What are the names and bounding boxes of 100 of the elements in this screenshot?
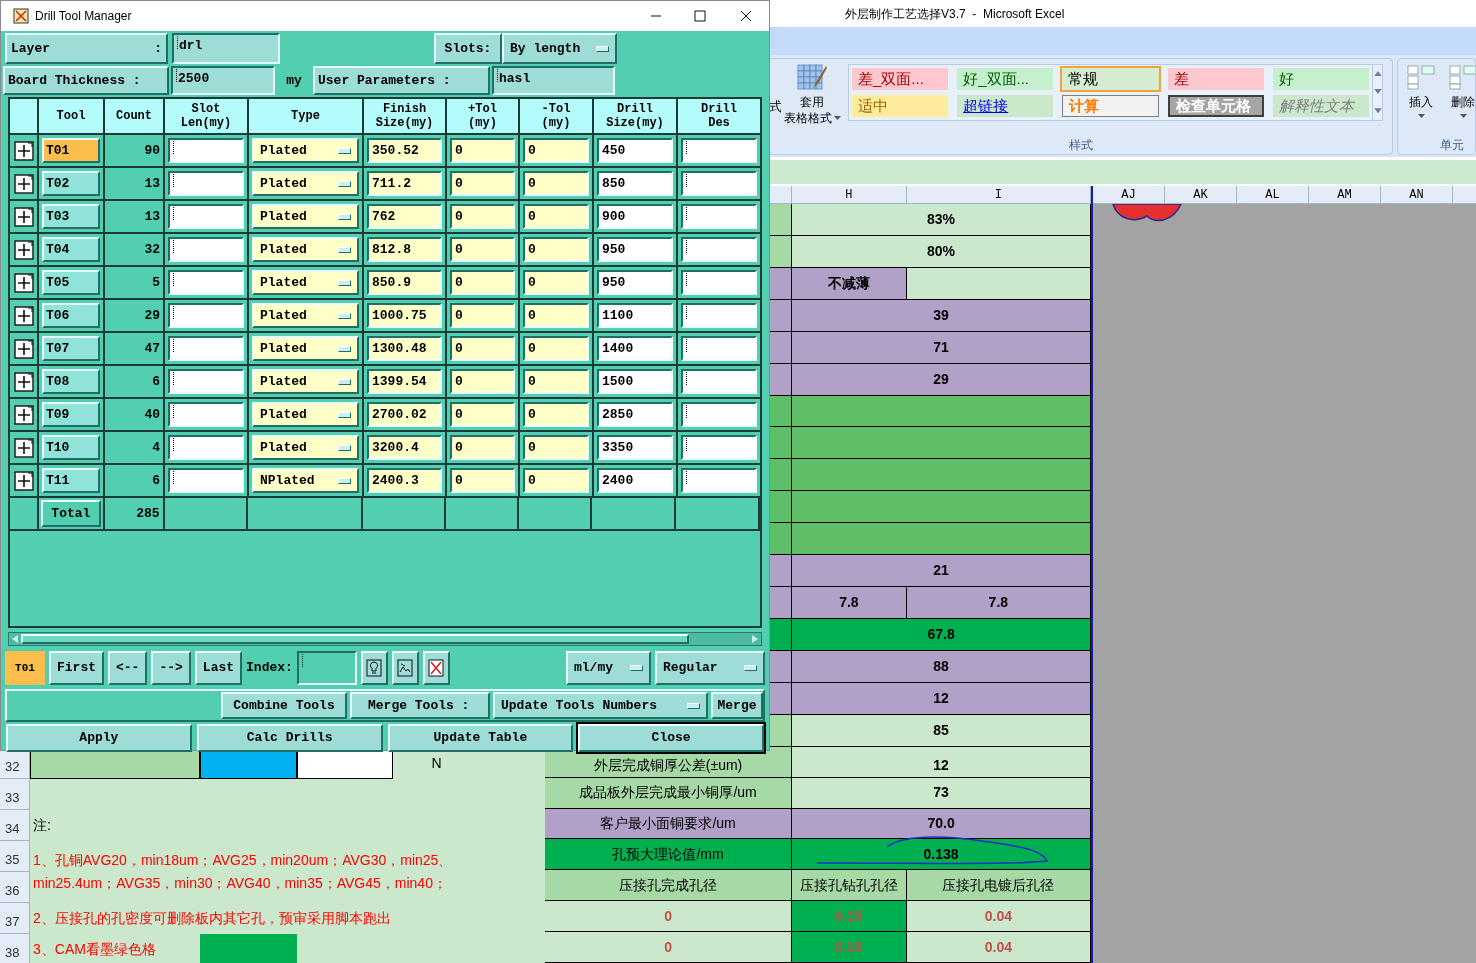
input-field[interactable] — [168, 303, 244, 328]
row-number[interactable]: 34 — [0, 810, 29, 841]
merge-mode-dropdown[interactable]: Update Tools Numbers — [493, 692, 708, 719]
input-field[interactable]: 711.2 — [367, 171, 442, 196]
nav-button[interactable]: <-- — [108, 651, 148, 685]
type-dropdown[interactable]: Plated — [252, 270, 359, 295]
bulb-button[interactable] — [360, 651, 388, 685]
column-header[interactable]: AM — [1309, 186, 1381, 203]
input-field[interactable]: 0 — [523, 138, 589, 163]
expand-icon[interactable] — [13, 404, 34, 425]
insert-button[interactable]: 插入 — [1406, 62, 1436, 131]
nav-button[interactable]: First — [49, 651, 104, 685]
input-field[interactable]: 0 — [450, 468, 515, 493]
input-field[interactable]: 450 — [597, 138, 673, 163]
input-field[interactable]: 1100 — [597, 303, 673, 328]
input-field[interactable] — [681, 402, 757, 427]
expand-icon[interactable] — [13, 371, 34, 392]
input-field[interactable]: 0 — [450, 402, 515, 427]
delete-button[interactable]: 删除 — [1448, 62, 1475, 131]
input-field[interactable] — [296, 651, 357, 685]
user-parameters-button[interactable]: User Parameters : — [313, 66, 490, 95]
combine-tools-button[interactable]: Combine Tools — [221, 692, 347, 719]
tool-button[interactable]: T06 — [42, 303, 100, 328]
type-dropdown[interactable]: Plated — [252, 138, 359, 163]
type-dropdown[interactable]: Plated — [252, 402, 359, 427]
input-field[interactable]: 3200.4 — [367, 435, 442, 460]
expand-icon[interactable] — [13, 173, 34, 194]
input-field[interactable]: 0 — [450, 171, 515, 196]
column-header[interactable]: AJ — [1093, 186, 1165, 203]
input-field[interactable] — [168, 204, 244, 229]
maximize-icon[interactable] — [694, 10, 706, 22]
input-field[interactable]: 0 — [450, 336, 515, 361]
input-field[interactable] — [681, 435, 757, 460]
input-field[interactable] — [168, 369, 244, 394]
input-field[interactable] — [168, 435, 244, 460]
input-field[interactable]: 2500 — [171, 66, 275, 95]
action-button[interactable]: Calc Drills — [196, 724, 383, 752]
row-number[interactable]: 36 — [0, 872, 29, 903]
type-dropdown[interactable]: Plated — [252, 171, 359, 196]
input-field[interactable]: 2700.02 — [367, 402, 442, 427]
input-field[interactable]: 3350 — [597, 435, 673, 460]
input-field[interactable]: 0 — [523, 369, 589, 394]
input-field[interactable] — [681, 369, 757, 394]
picture-button[interactable] — [391, 651, 419, 685]
slots-dropdown[interactable]: By length — [502, 33, 617, 64]
input-field[interactable]: 900 — [597, 204, 673, 229]
expand-icon[interactable] — [13, 206, 34, 227]
close-icon[interactable] — [740, 10, 752, 22]
tool-button[interactable]: T11 — [42, 468, 100, 493]
input-field[interactable]: 350.52 — [367, 138, 442, 163]
input-field[interactable]: hasl — [492, 66, 615, 95]
input-field[interactable] — [168, 270, 244, 295]
input-field[interactable] — [681, 336, 757, 361]
input-field[interactable]: 0 — [450, 138, 515, 163]
row-number[interactable]: 37 — [0, 903, 29, 934]
type-dropdown[interactable]: Plated — [252, 204, 359, 229]
input-field[interactable]: 0 — [523, 336, 589, 361]
input-field[interactable] — [681, 237, 757, 262]
input-field[interactable] — [681, 171, 757, 196]
input-field[interactable]: 1000.75 — [367, 303, 442, 328]
row-number[interactable]: 35 — [0, 841, 29, 872]
action-button[interactable]: Update Table — [387, 724, 574, 752]
tool-button[interactable]: T04 — [42, 237, 100, 262]
cell-style-item[interactable]: 适中 — [852, 95, 949, 117]
input-field[interactable]: 2400.3 — [367, 468, 442, 493]
input-field[interactable]: 2400 — [597, 468, 673, 493]
tool-button[interactable]: T10 — [42, 435, 100, 460]
action-button[interactable]: Apply — [6, 724, 192, 752]
delete-button[interactable] — [422, 651, 450, 685]
merge-button[interactable]: Merge — [711, 692, 763, 719]
nav-button[interactable]: Last — [194, 651, 243, 685]
input-field[interactable]: 1300.48 — [367, 336, 442, 361]
input-field[interactable]: 1500 — [597, 369, 673, 394]
expand-icon[interactable] — [13, 338, 34, 359]
input-field[interactable]: 0 — [523, 303, 589, 328]
row-number[interactable]: 38 — [0, 934, 29, 963]
input-field[interactable]: 1400 — [597, 336, 673, 361]
type-dropdown[interactable]: Plated — [252, 303, 359, 328]
format-as-table-button[interactable]: 套用 表格格式 — [781, 59, 843, 126]
input-field[interactable]: 762 — [367, 204, 442, 229]
type-dropdown[interactable]: Plated — [252, 435, 359, 460]
input-field[interactable]: 0 — [523, 171, 589, 196]
input-field[interactable]: 0 — [523, 237, 589, 262]
type-dropdown[interactable]: Plated — [252, 237, 359, 262]
tool-button[interactable]: T08 — [42, 369, 100, 394]
input-field[interactable] — [168, 336, 244, 361]
input-field[interactable]: 850 — [597, 171, 673, 196]
action-button[interactable]: Close — [578, 724, 764, 752]
input-field[interactable]: 0 — [450, 204, 515, 229]
input-field[interactable]: 0 — [523, 402, 589, 427]
input-field[interactable] — [681, 204, 757, 229]
input-field[interactable] — [681, 138, 757, 163]
tool-button[interactable]: T03 — [42, 204, 100, 229]
cell-style-item[interactable]: 好 — [1272, 68, 1369, 90]
type-dropdown[interactable]: Plated — [252, 336, 359, 361]
input-field[interactable]: 950 — [597, 270, 673, 295]
cell-style-item[interactable]: 差_双面... — [852, 68, 949, 90]
mode-dropdown[interactable]: Regular — [655, 651, 765, 685]
column-header[interactable]: I — [906, 186, 1091, 203]
input-field[interactable]: 0 — [523, 204, 589, 229]
